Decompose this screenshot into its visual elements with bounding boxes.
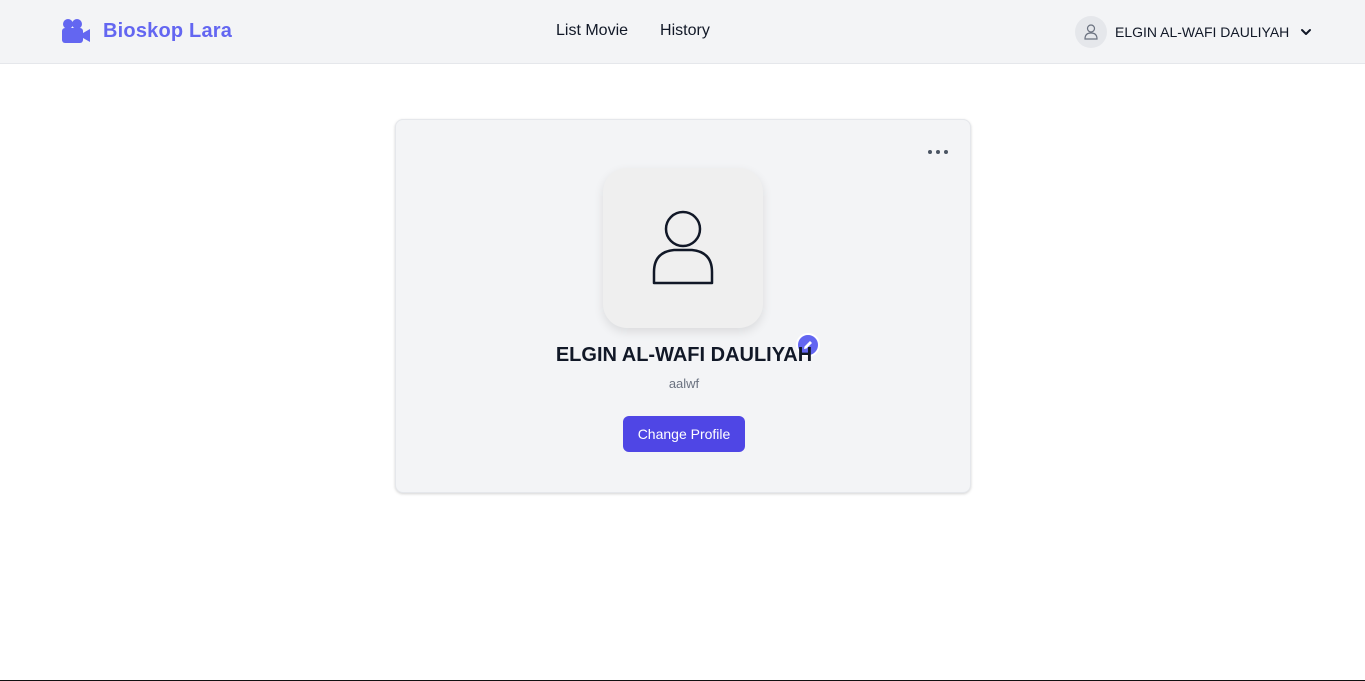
user-placeholder-icon [652,210,714,285]
nav-link-history[interactable]: History [660,22,710,40]
video-camera-icon [62,19,90,43]
brand-link[interactable]: Bioskop Lara [61,18,232,44]
ellipsis-icon [928,150,948,154]
user-avatar [1075,16,1107,48]
profile-name: ELGIN AL-WAFI DAULIYAH [555,344,813,366]
chevron-down-icon [1301,29,1312,35]
profile-avatar [603,168,763,328]
user-menu-dropdown[interactable]: ELGIN AL-WAFI DAULIYAH [1075,16,1313,48]
user-icon [1084,24,1098,40]
page: Bioskop Lara List Movie History ELGIN AL… [0,0,1365,681]
navbar: Bioskop Lara List Movie History ELGIN AL… [0,0,1365,64]
brand-name: Bioskop Lara [103,19,233,42]
more-options-button[interactable] [924,140,952,164]
profile-card: ELGIN AL-WAFI DAULIYAH aalwf Change Prof… [395,119,971,493]
user-name: ELGIN AL-WAFI DAULIYAH [1115,24,1290,40]
profile-username: aalwf [668,376,700,391]
main-nav: List Movie History [556,22,710,40]
change-profile-button[interactable]: Change Profile [623,416,745,452]
nav-link-list-movie[interactable]: List Movie [556,22,628,40]
